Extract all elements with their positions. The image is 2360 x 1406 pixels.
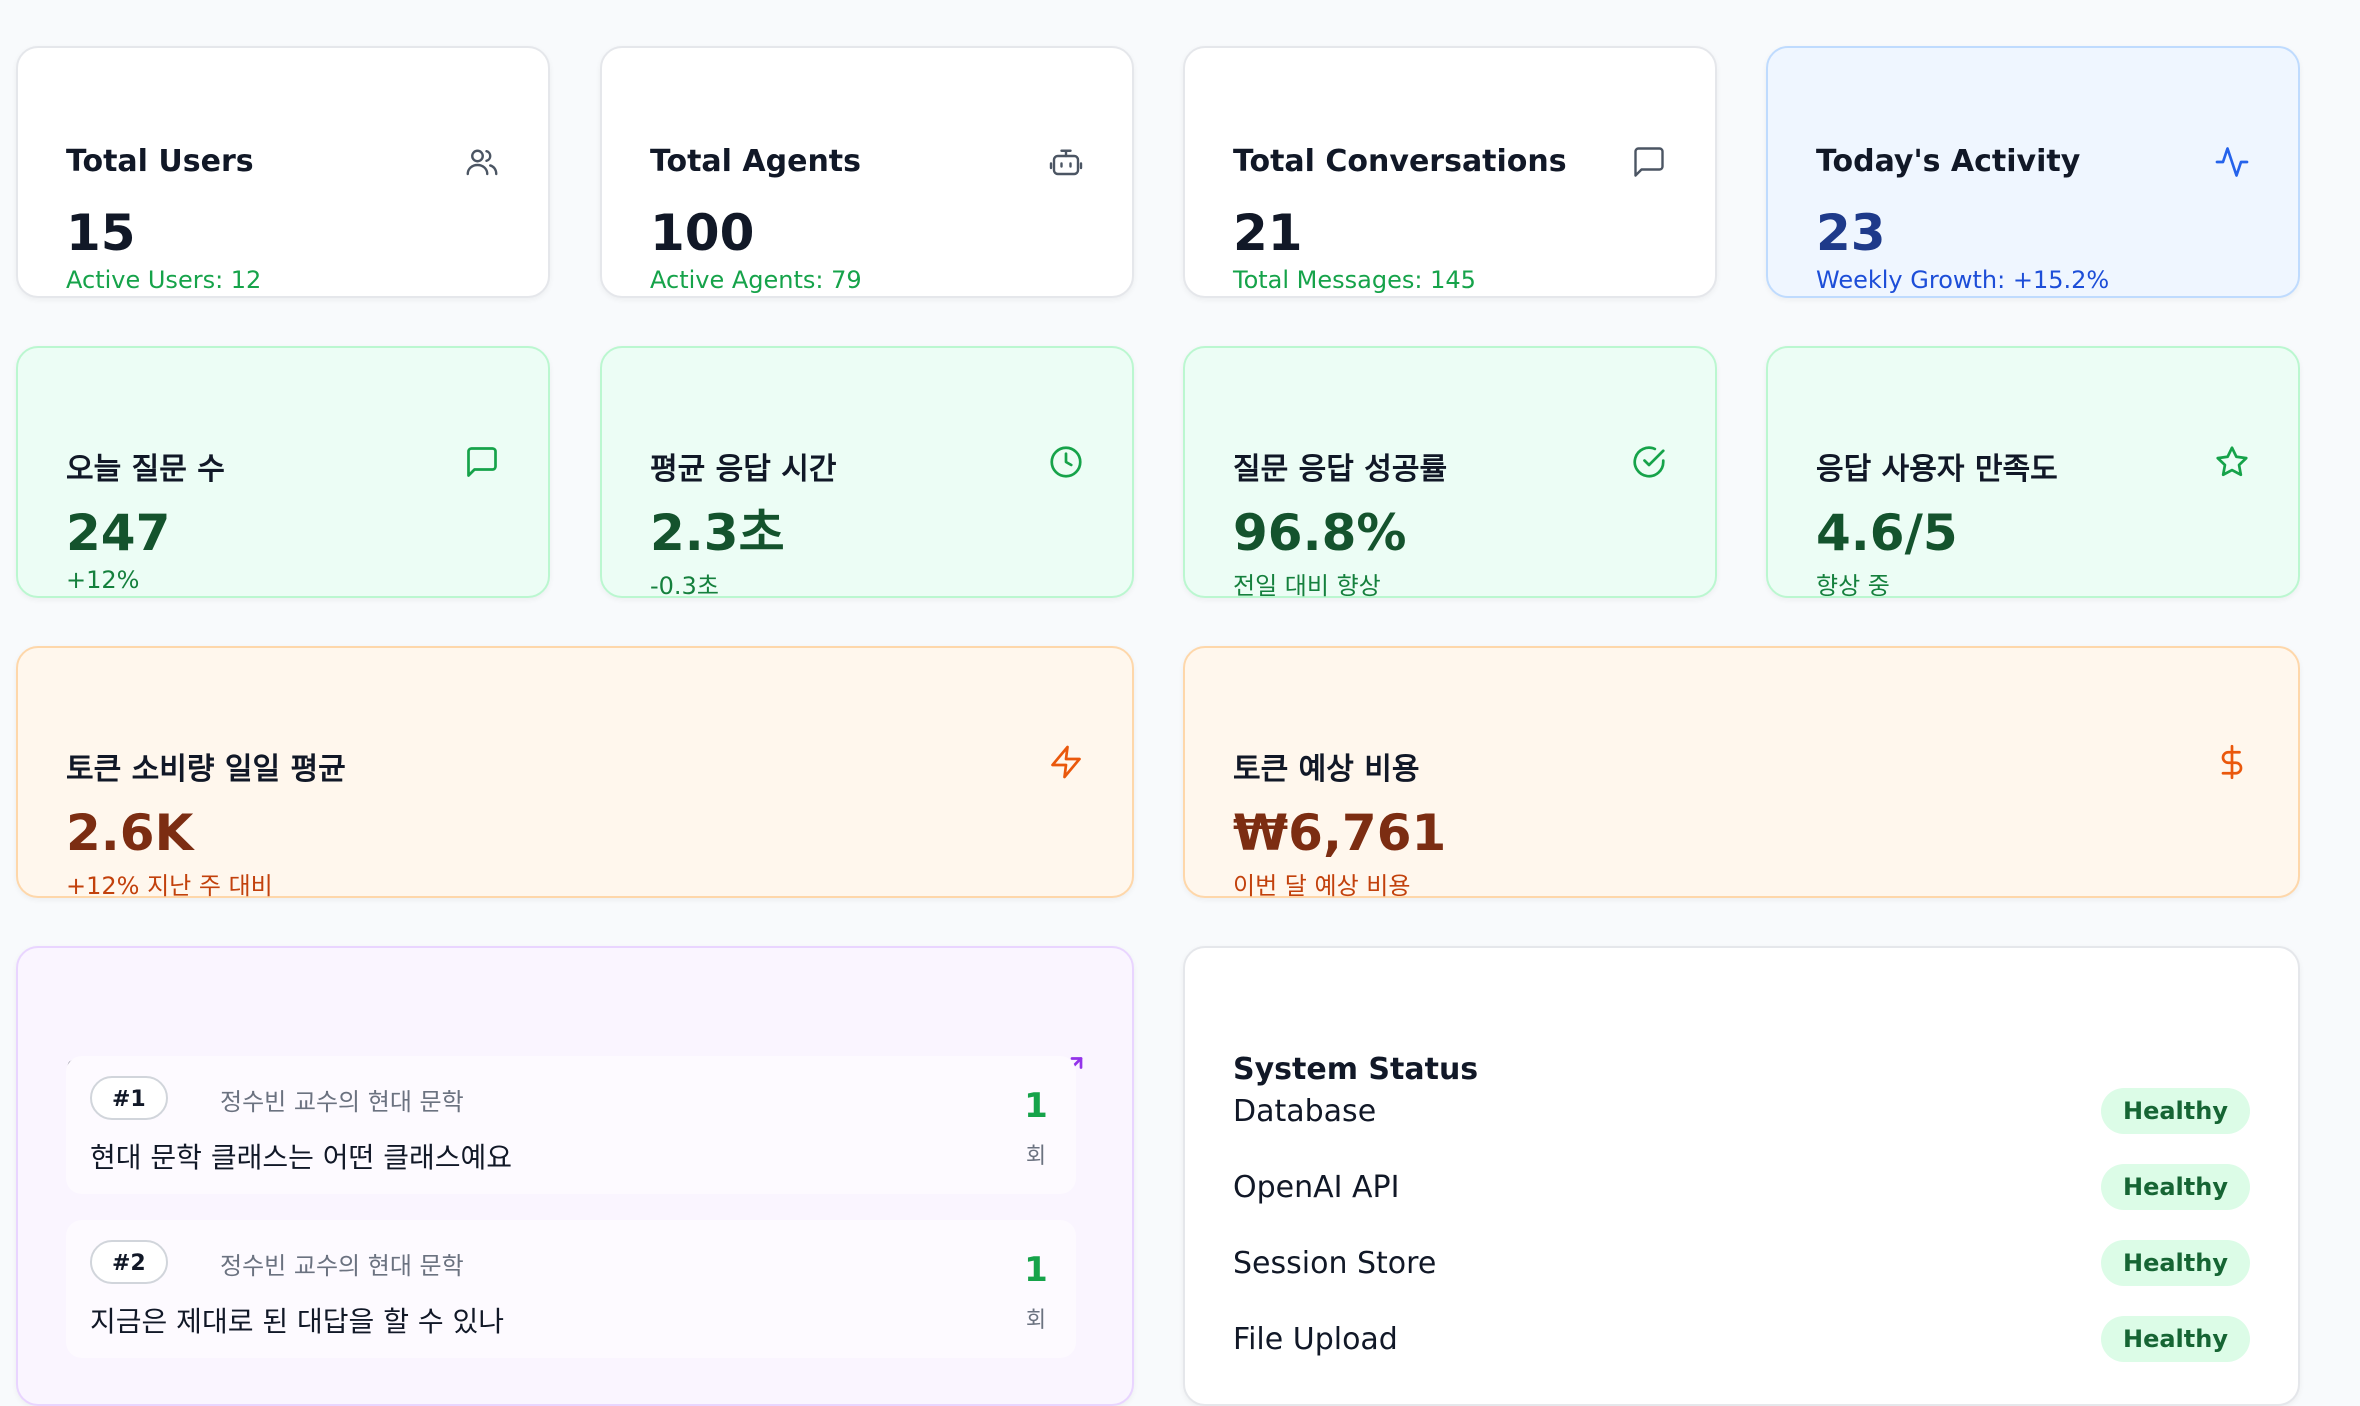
clock-icon (1048, 444, 1084, 480)
avg-response-time-card: 평균 응답 시간 2.3초 -0.3초 (600, 346, 1134, 600)
card-value: 2.3초 (650, 504, 785, 562)
bot-icon (1048, 144, 1084, 180)
card-value: 15 (66, 204, 136, 262)
success-rate-card: 질문 응답 성공률 96.8% 전일 대비 향상 (1183, 346, 1717, 600)
card-value: 4.6/5 (1816, 504, 1958, 562)
rank-badge: #1 (90, 1076, 168, 1120)
check-circle-icon (1631, 444, 1667, 480)
card-value: 100 (650, 204, 755, 262)
card-title: 오늘 질문 수 (66, 452, 225, 487)
users-icon (464, 144, 500, 180)
card-value: 2.6K (66, 804, 194, 862)
card-value: ₩6,761 (1233, 804, 1447, 862)
card-subtext: 이번 달 예상 비용 (1233, 872, 1411, 900)
status-badge: Healthy (2101, 1164, 2250, 1210)
question-count: 1 (1024, 1086, 1048, 1126)
today-questions-card: 오늘 질문 수 247 +12% (16, 346, 550, 598)
token-expected-cost-card: 토큰 예상 비용 ₩6,761 이번 달 예상 비용 (1183, 646, 2300, 900)
question-count: 1 (1024, 1250, 1048, 1290)
count-unit: 회 (1025, 1144, 1047, 1169)
popular-questions-panel: 인기 질문 TOP 5 #1 정수빈 교수의 현대 문학 현대 문학 클래스는 … (16, 946, 1134, 1406)
agent-name: 정수빈 교수의 현대 문학 (220, 1088, 464, 1116)
message-square-icon (1631, 144, 1667, 180)
card-title: Total Conversations (1233, 144, 1567, 179)
card-title: Today's Activity (1816, 144, 2081, 179)
question-text: 지금은 제대로 된 대답을 할 수 있나 (90, 1305, 505, 1338)
total-users-card: Total Users 15 Active Users: 12 (16, 46, 550, 298)
todays-activity-card: Today's Activity 23 Weekly Growth: +15.2… (1766, 46, 2300, 298)
card-subtext: Active Users: 12 (66, 266, 262, 294)
card-title: Total Users (66, 144, 254, 179)
satisfaction-card: 응답 사용자 만족도 4.6/5 향상 중 (1766, 346, 2300, 600)
card-value: 21 (1233, 204, 1303, 262)
card-title: 응답 사용자 만족도 (1816, 452, 2058, 487)
message-square-icon (464, 444, 500, 480)
agent-name: 정수빈 교수의 현대 문학 (220, 1252, 464, 1280)
card-subtext: +12% (66, 566, 140, 594)
token-daily-average-card: 토큰 소비량 일일 평균 2.6K +12% 지난 주 대비 (16, 646, 1134, 900)
star-icon (2214, 444, 2250, 480)
status-badge: Healthy (2101, 1316, 2250, 1362)
question-text: 현대 문학 클래스는 어떤 클래스예요 (90, 1141, 513, 1174)
card-subtext: +12% 지난 주 대비 (66, 872, 273, 900)
dollar-icon (2214, 744, 2250, 780)
card-value: 247 (66, 504, 171, 562)
card-subtext: 향상 중 (1816, 572, 1890, 600)
status-badge: Healthy (2101, 1088, 2250, 1134)
service-name: Session Store (1233, 1246, 1437, 1281)
rank-badge: #2 (90, 1240, 168, 1284)
status-row-file-upload: File Upload Healthy (1233, 1316, 2250, 1366)
card-value: 96.8% (1233, 504, 1407, 562)
status-badge: Healthy (2101, 1240, 2250, 1286)
card-value: 23 (1816, 204, 1886, 262)
total-agents-card: Total Agents 100 Active Agents: 79 (600, 46, 1134, 298)
status-row-session-store: Session Store Healthy (1233, 1240, 2250, 1290)
status-row-openai-api: OpenAI API Healthy (1233, 1164, 2250, 1214)
service-name: Database (1233, 1094, 1377, 1129)
service-name: File Upload (1233, 1322, 1398, 1357)
card-subtext: -0.3초 (650, 572, 719, 600)
question-item[interactable]: #2 정수빈 교수의 현대 문학 지금은 제대로 된 대답을 할 수 있나 1 … (66, 1220, 1076, 1358)
system-status-panel: System Status Database Healthy OpenAI AP… (1183, 946, 2300, 1406)
question-item[interactable]: #1 정수빈 교수의 현대 문학 현대 문학 클래스는 어떤 클래스예요 1 회 (66, 1056, 1076, 1194)
card-subtext: 전일 대비 향상 (1233, 572, 1381, 600)
card-subtext: Total Messages: 145 (1233, 266, 1476, 294)
service-name: OpenAI API (1233, 1170, 1400, 1205)
status-row-database: Database Healthy (1233, 1088, 2250, 1138)
card-title: 질문 응답 성공률 (1233, 452, 1448, 487)
zap-icon (1048, 744, 1084, 780)
count-unit: 회 (1025, 1308, 1047, 1333)
card-title: 토큰 소비량 일일 평균 (66, 752, 346, 787)
card-subtext: Weekly Growth: +15.2% (1816, 266, 2110, 294)
panel-title: System Status (1233, 1052, 1479, 1087)
card-title: 평균 응답 시간 (650, 452, 837, 487)
total-conversations-card: Total Conversations 21 Total Messages: 1… (1183, 46, 1717, 298)
card-title: 토큰 예상 비용 (1233, 752, 1420, 787)
card-subtext: Active Agents: 79 (650, 266, 862, 294)
activity-icon (2214, 144, 2250, 180)
card-title: Total Agents (650, 144, 861, 179)
